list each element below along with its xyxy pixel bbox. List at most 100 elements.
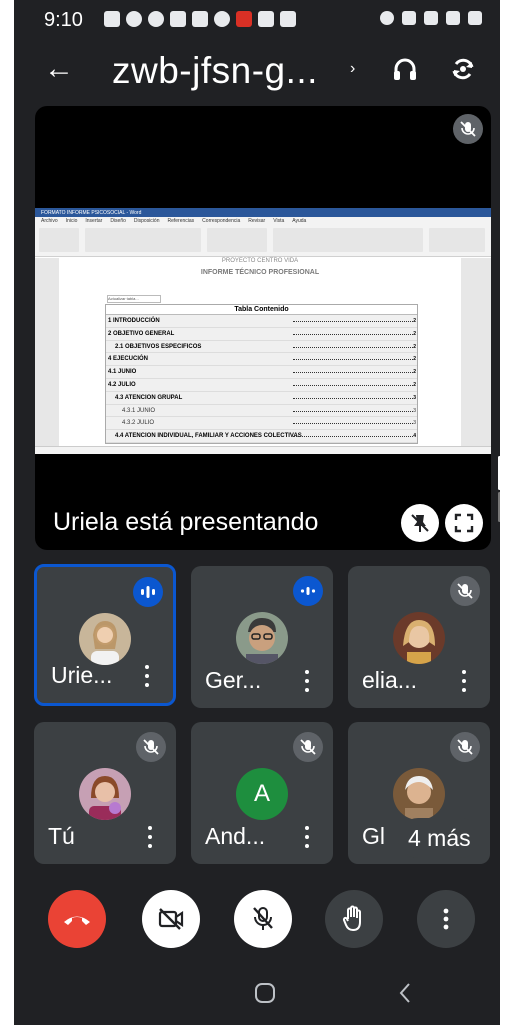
toc-entry-text: 4.4 ATENCION INDIVIDUAL, FAMILIAR Y ACCI…	[115, 433, 302, 440]
fullscreen-icon	[454, 513, 474, 533]
mic-off-icon	[293, 732, 323, 762]
toc-entry: 4.4 ATENCION INDIVIDUAL, FAMILIAR Y ACCI…	[106, 430, 417, 443]
participant-tile-eliana[interactable]: elia...	[348, 566, 490, 708]
raise-hand-button[interactable]	[325, 890, 383, 948]
mic-toggle-button[interactable]	[234, 890, 292, 948]
scroll-indicator-track	[498, 492, 500, 522]
participant-name: Ger...	[205, 667, 262, 693]
toc-page-number: 2	[413, 330, 416, 337]
toc-page-number: 2	[413, 343, 416, 350]
word-tab: Ayuda	[292, 218, 307, 224]
toc-entry: 4.3 ATENCION GRUPAL 3	[106, 391, 417, 405]
end-call-icon	[64, 916, 90, 925]
lte-icon	[424, 11, 438, 25]
notification-icon	[104, 11, 120, 27]
toc-entry: 4 EJECUCIÓN 2	[106, 353, 417, 367]
end-call-button[interactable]	[48, 890, 106, 948]
status-bar: 9:10	[14, 0, 500, 40]
word-tab: Inicio	[65, 218, 78, 224]
toc-page-number: 3	[413, 420, 416, 427]
toc-entry-text: 4.2 JULIO	[108, 381, 136, 388]
participant-tile-self[interactable]: Tú	[34, 722, 176, 864]
more-vert-icon[interactable]	[140, 824, 160, 850]
mic-off-icon	[136, 732, 166, 762]
more-vert-icon[interactable]	[137, 663, 157, 689]
whatsapp-icon	[126, 11, 142, 27]
toc-entry: 2 OBJETIVO GENERAL 2	[106, 327, 417, 341]
doc-header: PROYECTO CENTRO VIDA	[221, 258, 299, 264]
unpin-button[interactable]	[401, 504, 439, 542]
audio-wave-icon	[133, 577, 163, 607]
audio-wave-icon	[293, 576, 323, 606]
participant-name: Tú	[48, 823, 75, 849]
participant-name: Gl	[362, 823, 385, 849]
pdf-icon	[236, 11, 252, 27]
participant-tile-andres[interactable]: A And...	[191, 722, 333, 864]
avatar	[236, 612, 288, 664]
more-participants-button[interactable]: 4 más	[398, 818, 480, 858]
participant-tile-gerardo[interactable]: Ger...	[191, 566, 333, 708]
pin-off-icon	[411, 514, 429, 532]
word-tab: Vista	[273, 218, 285, 224]
camera-off-icon	[158, 908, 184, 930]
mic-off-icon	[453, 114, 483, 144]
word-tab: Correspondencia	[202, 218, 241, 224]
android-nav-bar	[14, 960, 500, 1025]
avatar	[393, 612, 445, 664]
word-tabs: Archivo Inicio Insertar Diseño Disposición Re…	[35, 217, 491, 225]
headphones-icon[interactable]	[390, 54, 420, 84]
back-icon[interactable]: ←	[44, 52, 74, 86]
signal-icon	[446, 11, 460, 25]
meeting-code[interactable]: zwb-jfsn-g...	[112, 50, 318, 92]
presenter-label: Uriela está presentando	[53, 508, 319, 536]
system-icons	[380, 11, 482, 25]
toc-entry-text: 2.1 OBJETIVOS ESPECIFICOS	[115, 343, 202, 350]
camera-toggle-button[interactable]	[142, 890, 200, 948]
notification-icons	[104, 11, 296, 27]
word-ribbon	[35, 225, 491, 257]
app-icon	[258, 11, 274, 27]
youtube-icon	[192, 11, 208, 27]
word-statusbar	[35, 446, 491, 454]
toc-page-number: 2	[413, 356, 416, 363]
toc-entry-text: 4.1 JUNIO	[108, 369, 137, 376]
youtube-icon	[170, 11, 186, 27]
doc-subtitle: INFORME TÉCNICO PROFESIONAL	[200, 269, 320, 276]
back-nav-icon[interactable]	[398, 982, 412, 1004]
participant-tile-uriela[interactable]: Urie...	[34, 564, 176, 706]
word-tab: Insertar	[85, 218, 103, 224]
more-vert-icon[interactable]	[297, 668, 317, 694]
alarm-icon	[380, 11, 394, 25]
toc-page-number: 3	[413, 394, 416, 401]
shared-screen: FORMATO INFORME PSICOSOCIAL - Word Archi…	[35, 208, 491, 454]
toc-page-number: 2	[413, 381, 416, 388]
word-tab: Referencias	[167, 218, 195, 224]
home-icon[interactable]	[254, 982, 276, 1004]
toc-update-button: Actualizar tabla...	[107, 295, 161, 303]
fullscreen-button[interactable]	[445, 504, 483, 542]
avatar	[393, 768, 445, 820]
more-vert-icon	[443, 908, 449, 930]
more-vert-icon[interactable]	[297, 824, 317, 850]
bluetooth-icon	[214, 11, 230, 27]
more-vert-icon[interactable]	[454, 668, 474, 694]
meeting-header: ← zwb-jfsn-g... ›	[14, 40, 500, 100]
toc-entry: 4.3.2 JULIO 3	[106, 417, 417, 431]
word-title: FORMATO INFORME PSICOSOCIAL - Word	[41, 209, 142, 216]
toc-entry: 1 INTRODUCCIÓN 2	[106, 315, 417, 328]
toc-page-number: 2	[413, 318, 416, 324]
more-options-button[interactable]	[417, 890, 475, 948]
presentation-tile[interactable]: FORMATO INFORME PSICOSOCIAL - Word Archi…	[35, 106, 491, 550]
switch-camera-icon[interactable]	[448, 54, 478, 84]
toc-entry-text: 4.3.2 JULIO	[122, 420, 155, 427]
table-of-contents: Tabla Contenido 1 INTRODUCCIÓN 2 2 OBJETIV…	[105, 304, 418, 444]
toc-page-number: 2	[413, 369, 416, 376]
participant-name: And...	[205, 823, 266, 849]
volte-icon	[402, 11, 416, 25]
chevron-right-icon[interactable]: ›	[350, 60, 355, 78]
document-page: PROYECTO CENTRO VIDA INFORME TÉCNICO PRO…	[59, 258, 461, 446]
toc-title: Tabla Contenido	[106, 305, 417, 315]
mic-off-icon	[253, 907, 273, 930]
participant-name: elia...	[362, 667, 417, 693]
toc-page-number: 3	[413, 407, 416, 414]
